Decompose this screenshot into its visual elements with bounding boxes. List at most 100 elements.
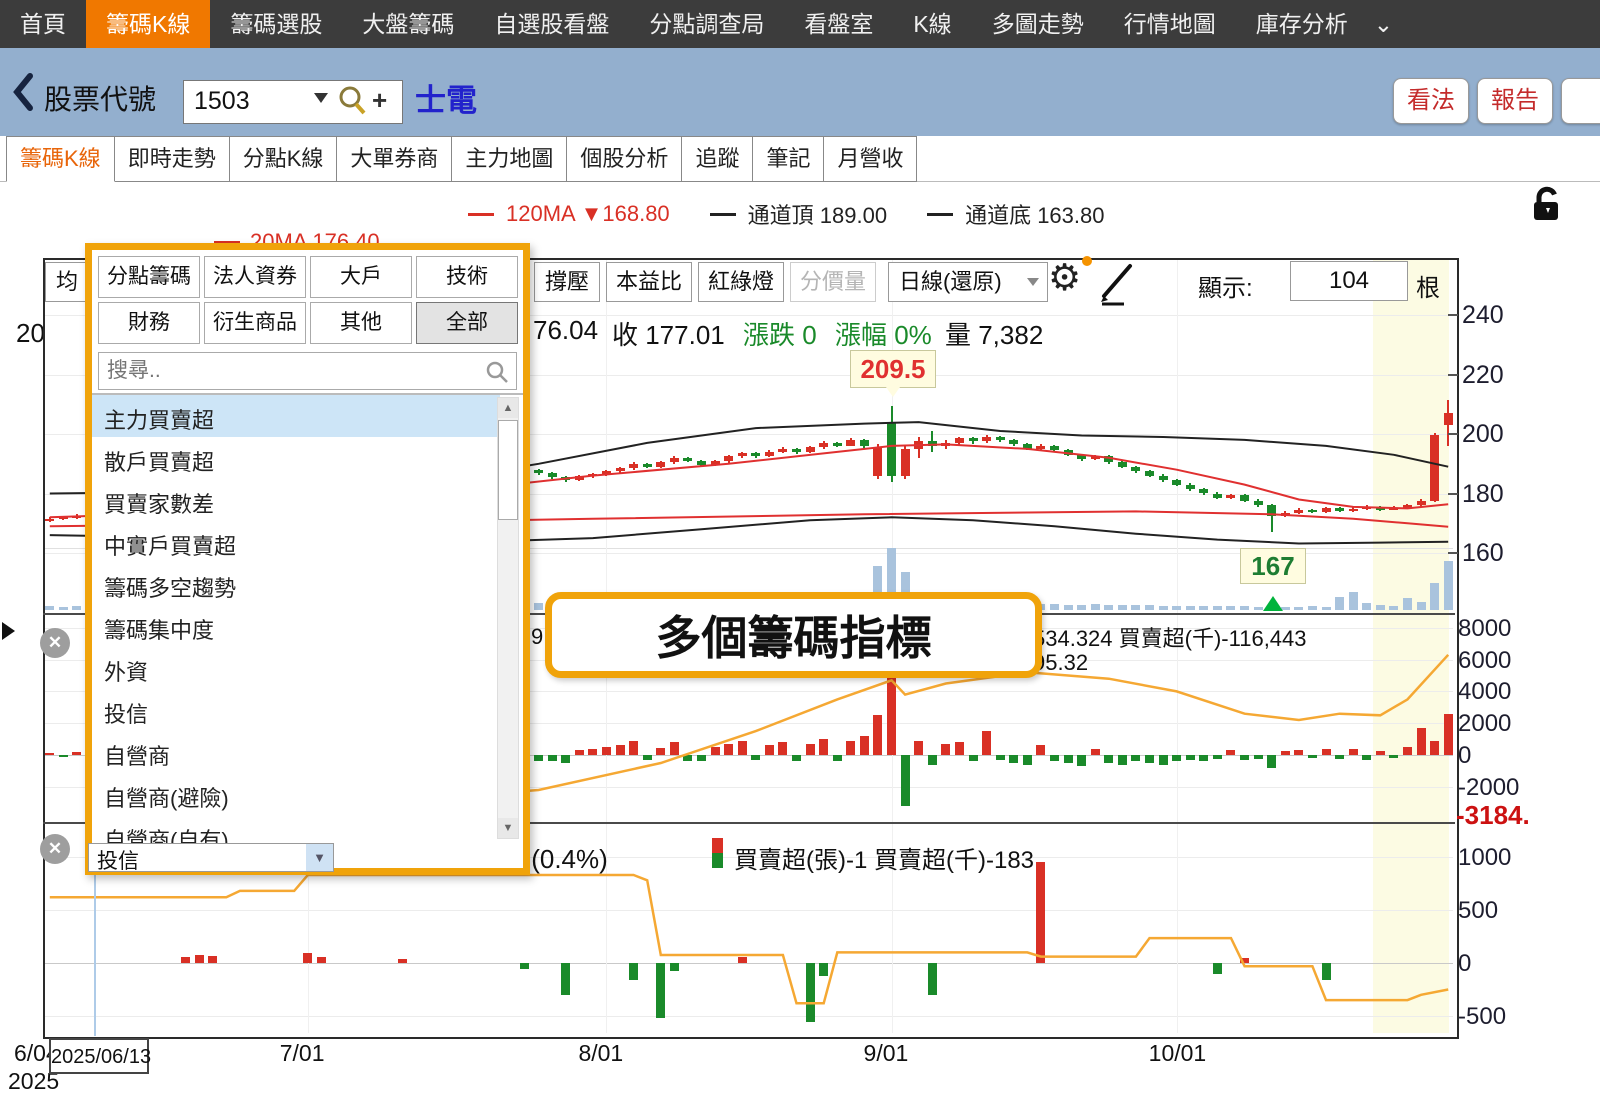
nav-item-6[interactable]: 看盤室 (784, 0, 893, 48)
volume-bar (1294, 607, 1303, 610)
search-icon[interactable] (336, 83, 370, 119)
red-green-light-button[interactable]: 紅綠燈 (698, 262, 784, 302)
tab-7[interactable]: 筆記 (753, 136, 824, 182)
netbuy-bar (670, 742, 679, 755)
close-bottom-panel-button[interactable]: ✕ (40, 834, 70, 864)
nav-more-icon[interactable]: ⌄ (1368, 0, 1399, 48)
indicator-item-0[interactable]: 主力買賣超 (92, 395, 500, 437)
tab-1[interactable]: 即時走勢 (115, 136, 230, 182)
netbuy-bar (846, 741, 855, 755)
indicator-item-8[interactable]: 自營商 (92, 731, 500, 773)
chevron-left-icon[interactable] (12, 66, 36, 118)
volume-bar (1213, 606, 1222, 610)
indicator-item-4[interactable]: 籌碼多空趨勢 (92, 563, 500, 605)
nav-item-9[interactable]: 行情地圖 (1104, 0, 1236, 48)
nav-item-2[interactable]: 籌碼選股 (210, 0, 342, 48)
gear-icon[interactable]: ⚙ (1048, 256, 1081, 299)
opinion-button[interactable]: 看法 (1393, 78, 1469, 124)
clipped-button[interactable] (1561, 78, 1600, 124)
tab-6[interactable]: 追蹤 (682, 136, 753, 182)
nav-item-4[interactable]: 自選股看盤 (474, 0, 629, 48)
nav-item-8[interactable]: 多圖走勢 (972, 0, 1104, 48)
nav-item-5[interactable]: 分點調查局 (629, 0, 784, 48)
indicator-item-5[interactable]: 籌碼集中度 (92, 605, 500, 647)
netbuy-bar (724, 744, 733, 755)
tab-2[interactable]: 分點K線 (230, 136, 338, 182)
indicator-item-3[interactable]: 中實戶買賣超 (92, 521, 500, 563)
candle-body (955, 438, 964, 442)
candle-body (59, 517, 68, 519)
indicator-search-input[interactable] (99, 353, 479, 389)
scroll-up-icon[interactable]: ▲ (498, 398, 518, 418)
candle-body (1186, 485, 1195, 489)
report-button[interactable]: 報告 (1477, 78, 1553, 124)
tab-4[interactable]: 主力地圖 (452, 136, 567, 182)
display-count-input[interactable]: 104 (1290, 261, 1408, 301)
draw-pen-icon[interactable] (1092, 258, 1144, 308)
category-0[interactable]: 分點籌碼 (98, 256, 200, 298)
indicator-item-2[interactable]: 買賣家數差 (92, 479, 500, 521)
indicator-item-6[interactable]: 外資 (92, 647, 500, 689)
candle-body (656, 462, 665, 466)
candle-body (1023, 444, 1032, 448)
chevron-down-icon[interactable] (314, 93, 328, 103)
candle-body (1254, 501, 1263, 505)
callout-tail (886, 387, 900, 397)
tab-bar: 籌碼K線即時走勢分點K線大單券商主力地圖個股分析追蹤筆記月營收 (6, 136, 917, 182)
candle-wick (823, 441, 825, 448)
category-6[interactable]: 其他 (310, 302, 412, 344)
stock-code-input[interactable]: 1503 + (183, 80, 403, 124)
nav-item-3[interactable]: 大盤籌碼 (342, 0, 474, 48)
tab-5[interactable]: 個股分析 (567, 136, 682, 182)
scroll-thumb[interactable] (498, 420, 518, 520)
trust-bar (629, 963, 638, 980)
candle-body (1226, 495, 1235, 498)
category-4[interactable]: 財務 (98, 302, 200, 344)
tab-0[interactable]: 籌碼K線 (6, 136, 115, 182)
tab-3[interactable]: 大單券商 (337, 136, 452, 182)
chevron-down-icon[interactable]: ▼ (306, 844, 333, 871)
trust-bar (195, 955, 204, 963)
legend-dash (927, 213, 953, 216)
tab-8[interactable]: 月營收 (824, 136, 917, 182)
nav-item-0[interactable]: 首頁 (0, 0, 86, 48)
candle-wick (1108, 455, 1110, 463)
volume-bar (1254, 607, 1263, 610)
support-resistance-button[interactable]: 撐壓 (534, 262, 600, 302)
ma-button-partial[interactable]: 均 (45, 262, 89, 302)
category-7[interactable]: 全部 (416, 302, 518, 344)
category-3[interactable]: 技術 (416, 256, 518, 298)
scroll-down-icon[interactable]: ▼ (498, 818, 518, 838)
price-axis-label: 240 (1462, 301, 1504, 330)
indicator-search-box[interactable] (98, 352, 517, 390)
category-5[interactable]: 衍生商品 (204, 302, 306, 344)
category-1[interactable]: 法人資券 (204, 256, 306, 298)
bottom-indicator-dropdown[interactable]: 投信 ▼ (88, 843, 334, 872)
candle-wick (945, 440, 947, 449)
scrollbar[interactable]: ▲ ▼ (497, 397, 519, 839)
indicator-item-1[interactable]: 散戶買賣超 (92, 437, 500, 479)
candle-wick (1284, 511, 1286, 517)
candle-body (928, 441, 937, 445)
pe-ratio-button[interactable]: 本益比 (606, 262, 692, 302)
side-panel-handle[interactable] (2, 622, 15, 640)
stock-name[interactable]: 士電 (415, 75, 477, 120)
period-dropdown[interactable]: 日線(還原) (888, 262, 1048, 302)
indicator-item-7[interactable]: 投信 (92, 689, 500, 731)
add-stock-icon[interactable]: + (372, 85, 387, 116)
volume-bar (1077, 605, 1086, 610)
close-mid-panel-button[interactable]: ✕ (40, 628, 70, 658)
candle-wick (565, 476, 567, 482)
netbuy-bar (616, 745, 625, 755)
nav-item-10[interactable]: 庫存分析 (1236, 0, 1368, 48)
candle-body (588, 474, 597, 476)
category-2[interactable]: 大戶 (310, 256, 412, 298)
candle-wick (592, 473, 594, 478)
netbuy-bar (819, 739, 828, 755)
nav-item-1[interactable]: 籌碼K線 (86, 0, 210, 48)
unlock-icon[interactable] (1524, 184, 1568, 226)
candle-body (1036, 446, 1045, 449)
indicator-item-9[interactable]: 自營商(避險) (92, 773, 500, 815)
mid-axis-label: 6000 (1458, 647, 1511, 675)
nav-item-7[interactable]: K線 (893, 0, 971, 48)
